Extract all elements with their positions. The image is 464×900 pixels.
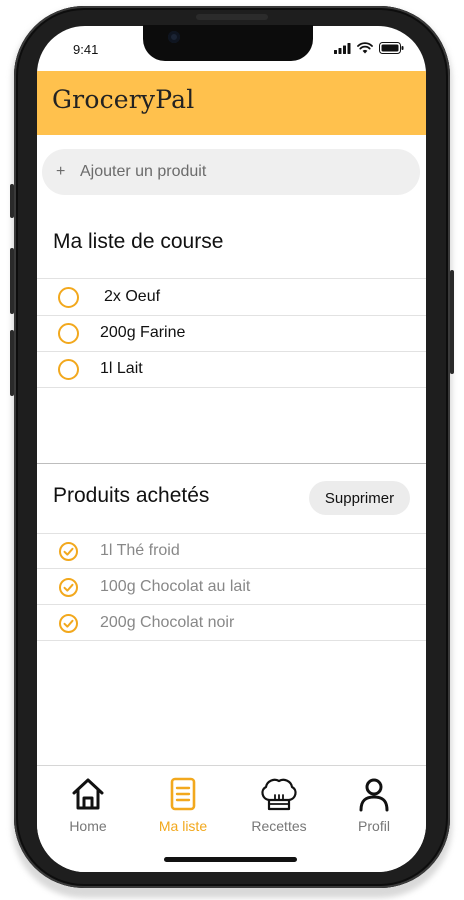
- nav-label-recettes: Recettes: [251, 818, 307, 834]
- front-camera: [168, 31, 180, 43]
- bought-item-label: 1l Thé froid: [100, 542, 180, 559]
- section-divider: [37, 463, 426, 464]
- delete-button[interactable]: Supprimer: [309, 481, 410, 515]
- list-item[interactable]: 2x Oeuf: [37, 279, 426, 315]
- checked-circle-icon[interactable]: [58, 577, 79, 598]
- status-time: 9:41: [73, 42, 99, 57]
- list-item[interactable]: 200g Farine: [37, 315, 426, 351]
- home-icon: [72, 778, 104, 810]
- bought-item[interactable]: 200g Chocolat noir: [37, 605, 426, 641]
- list-item-label: 2x Oeuf: [104, 288, 161, 305]
- battery-icon: [379, 42, 404, 54]
- home-indicator[interactable]: [164, 857, 297, 862]
- checked-circle-icon[interactable]: [58, 613, 79, 634]
- checked-circle-icon[interactable]: [58, 541, 79, 562]
- add-product-input[interactable]: + Ajouter un produit: [42, 149, 420, 195]
- nav-label-home: Home: [69, 818, 107, 834]
- bought-item-label: 200g Chocolat noir: [100, 614, 235, 631]
- plus-icon: +: [56, 163, 66, 180]
- unchecked-circle-icon[interactable]: [58, 322, 79, 344]
- bought-item[interactable]: 100g Chocolat au lait: [37, 569, 426, 605]
- nav-item-recettes[interactable]: Recettes: [234, 776, 324, 834]
- nav-item-home[interactable]: Home: [43, 776, 133, 834]
- volume-up-button: [10, 248, 14, 314]
- nav-item-ma-liste[interactable]: Ma liste: [138, 776, 228, 834]
- bottom-nav: Home Ma liste Recettes Profil: [37, 765, 426, 872]
- divider: [37, 640, 426, 641]
- user-icon: [359, 778, 389, 812]
- nav-label-profil: Profil: [358, 818, 390, 834]
- volume-down-button: [10, 330, 14, 396]
- list-icon: [170, 777, 196, 811]
- app-header: GroceryPal: [37, 71, 426, 135]
- add-product-placeholder: Ajouter un produit: [80, 163, 207, 180]
- list-item-label: 1l Lait: [100, 360, 143, 377]
- nav-label-ma-liste: Ma liste: [158, 818, 208, 834]
- mute-switch: [10, 184, 14, 218]
- chef-hat-icon: [261, 778, 297, 811]
- status-icons: [334, 42, 404, 54]
- shopping-list-title: Ma liste de course: [53, 230, 224, 253]
- app-title: GroceryPal: [52, 85, 195, 114]
- wifi-icon: [357, 42, 373, 54]
- unchecked-circle-icon[interactable]: [58, 286, 79, 308]
- nav-item-profil[interactable]: Profil: [329, 776, 419, 834]
- bought-products-title: Produits achetés: [53, 484, 210, 507]
- unchecked-circle-icon[interactable]: [58, 358, 79, 380]
- speaker: [196, 14, 268, 20]
- power-button: [450, 270, 454, 374]
- signal-icon: [334, 42, 351, 54]
- screen: 9:41 GroceryPal + Ajouter un produit Ma …: [37, 26, 426, 872]
- divider: [37, 387, 426, 388]
- list-item[interactable]: 1l Lait: [37, 351, 426, 387]
- bought-item[interactable]: 1l Thé froid: [37, 533, 426, 569]
- list-item-label: 200g Farine: [100, 324, 186, 341]
- notch: [143, 25, 313, 61]
- bought-item-label: 100g Chocolat au lait: [100, 578, 251, 595]
